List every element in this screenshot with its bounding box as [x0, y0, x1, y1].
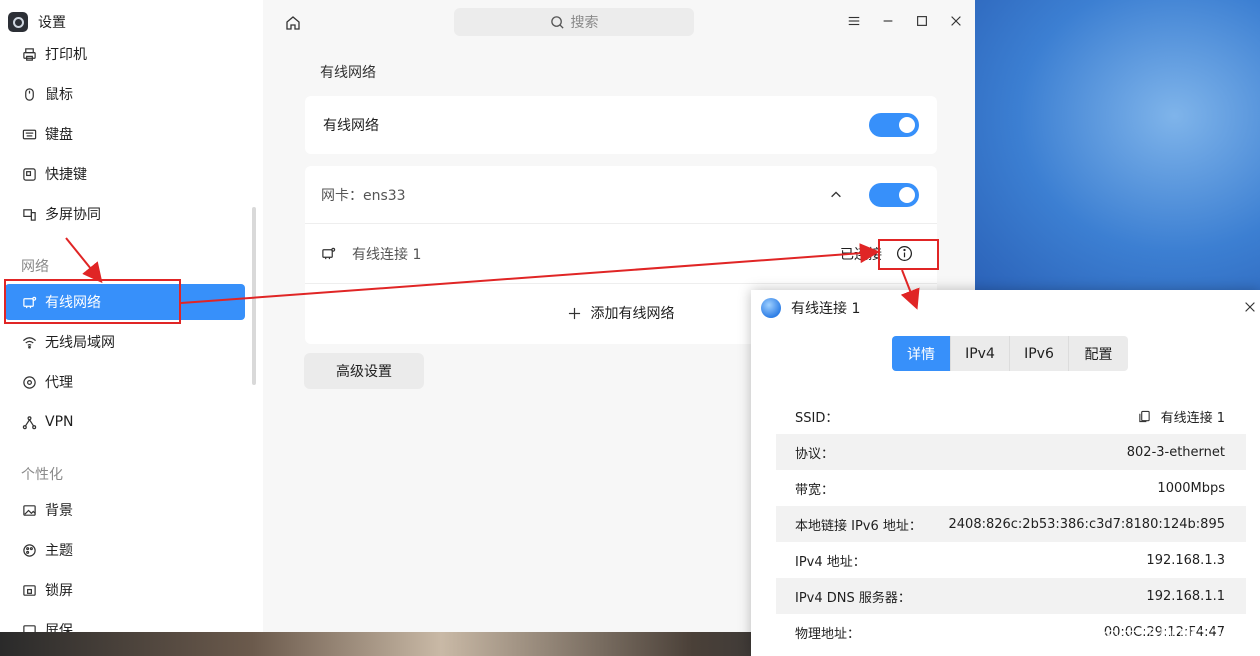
sidebar-item-background[interactable]: 背景 — [5, 492, 245, 528]
sidebar-item-printer[interactable]: 打印机 — [5, 36, 245, 72]
tab-ipv6[interactable]: IPv6 — [1010, 336, 1069, 371]
dialog-tabs: 详情 IPv4 IPv6 配置 — [892, 336, 1128, 371]
sidebar-item-lockscreen[interactable]: 锁屏 — [5, 572, 245, 608]
mouse-icon — [21, 86, 37, 102]
detail-key: 本地链接 IPv6 地址： — [795, 518, 922, 534]
detail-key: IPv4 DNS 服务器： — [795, 590, 911, 606]
search-box[interactable]: 搜索 — [454, 8, 694, 36]
wired-connection-icon — [322, 247, 336, 260]
detail-value: 802-3-ethernet — [1126, 444, 1225, 460]
vpn-icon — [21, 414, 37, 430]
printer-icon — [21, 46, 37, 62]
sidebar-item-label: 键盘 — [45, 127, 73, 143]
sidebar-item-label: VPN — [45, 414, 74, 430]
annotation-box-wired-network — [4, 279, 181, 324]
sidebar-item-label: 打印机 — [45, 47, 87, 63]
sidebar-item-wifi[interactable]: 无线局域网 — [5, 324, 245, 360]
connection-status: 已连接 — [840, 246, 882, 263]
close-icon[interactable] — [948, 13, 964, 29]
menu-icon[interactable] — [846, 13, 862, 29]
connection-row[interactable]: 有线连接 1 已连接 — [305, 224, 937, 284]
dialog-close-icon[interactable] — [1243, 300, 1259, 316]
search-icon — [550, 15, 564, 29]
maximize-icon[interactable] — [914, 13, 930, 29]
theme-icon — [21, 542, 37, 558]
sidebar-item-label: 多屏协同 — [45, 207, 101, 223]
wired-toggle-card: 有线网络 — [305, 96, 937, 154]
page-title: 有线网络 — [320, 65, 376, 81]
detail-key: IPv4 地址： — [795, 554, 866, 570]
shortcut-icon — [21, 166, 37, 182]
sidebar-item-shortcut[interactable]: 快捷键 — [5, 156, 245, 192]
nic-label: 网卡：ens33 — [321, 187, 406, 204]
sidebar-group-network: 网络 — [21, 259, 49, 275]
sidebar-item-multiscreen[interactable]: 多屏协同 — [5, 196, 245, 232]
connection-name: 有线连接 1 — [352, 246, 422, 263]
multiscreen-icon — [21, 206, 37, 222]
table-row: SSID： 有线连接 1 — [776, 398, 1246, 434]
detail-value: 192.168.1.1 — [1146, 588, 1225, 604]
advanced-settings-button[interactable]: 高级设置 — [304, 353, 424, 389]
settings-app-icon — [8, 12, 28, 32]
lockscreen-icon — [21, 582, 37, 598]
copy-icon[interactable] — [1138, 410, 1151, 423]
tab-ipv4[interactable]: IPv4 — [951, 336, 1010, 371]
sidebar-item-label: 屏保 — [45, 623, 73, 632]
dialog-title: 有线连接 1 — [791, 301, 861, 317]
watermark-text: CSDN @牛奶咖啡13 — [1038, 626, 1224, 648]
sidebar-scrollbar[interactable] — [252, 207, 256, 385]
dialog-header: 有线连接 1 — [761, 298, 860, 318]
search-placeholder: 搜索 — [570, 15, 599, 31]
detail-value: 2408:826c:2b53:386:c3d7:8180:124b:895 — [948, 516, 1226, 532]
tab-details[interactable]: 详情 — [892, 336, 951, 371]
wifi-icon — [21, 334, 37, 350]
keyboard-icon — [21, 126, 37, 142]
sidebar-item-label: 锁屏 — [45, 583, 73, 599]
table-row: 本地链接 IPv6 地址： 2408:826c:2b53:386:c3d7:81… — [776, 506, 1246, 542]
table-row: 协议： 802-3-ethernet — [776, 434, 1246, 470]
sidebar-item-label: 代理 — [45, 375, 73, 391]
sidebar-item-label: 无线局域网 — [45, 335, 115, 351]
detail-value: 192.168.1.3 — [1146, 552, 1225, 568]
app-title-bar: 设置 — [8, 12, 66, 32]
sidebar-item-label: 背景 — [45, 503, 73, 519]
annotation-box-info — [878, 239, 939, 270]
plus-icon — [568, 307, 580, 319]
sidebar-item-label: 快捷键 — [45, 167, 87, 183]
desktop-wallpaper — [975, 0, 1260, 290]
screensaver-icon — [21, 622, 37, 632]
sidebar-group-personalization: 个性化 — [21, 467, 63, 483]
background-icon — [21, 502, 37, 518]
connection-detail-dialog: 有线连接 1 详情 IPv4 IPv6 配置 SSID： 有线连接 1 协议： … — [751, 290, 1260, 656]
tab-config[interactable]: 配置 — [1069, 336, 1128, 371]
nic-toggle[interactable] — [869, 182, 919, 207]
sidebar-item-keyboard[interactable]: 键盘 — [5, 116, 245, 152]
detail-key: 协议： — [795, 446, 835, 462]
table-row: IPv4 地址： 192.168.1.3 — [776, 542, 1246, 578]
sidebar-item-mouse[interactable]: 鼠标 — [5, 76, 245, 112]
sidebar-item-proxy[interactable]: 代理 — [5, 364, 245, 400]
detail-value: 有线连接 1 — [1160, 410, 1225, 426]
table-row: IPv4 DNS 服务器： 192.168.1.1 — [776, 578, 1246, 614]
detail-key: 物理地址： — [795, 626, 861, 642]
sidebar-item-screensaver[interactable]: 屏保 — [5, 612, 245, 632]
sidebar-item-vpn[interactable]: VPN — [5, 404, 245, 440]
sidebar-item-label: 主题 — [45, 543, 73, 559]
table-row: 带宽： 1000Mbps — [776, 470, 1246, 506]
detail-key: SSID： — [795, 410, 839, 426]
minimize-icon[interactable] — [880, 13, 896, 29]
detail-key: 带宽： — [795, 482, 835, 498]
chevron-up-icon[interactable] — [829, 188, 843, 202]
home-icon[interactable] — [284, 14, 302, 32]
proxy-icon — [21, 374, 37, 390]
detail-value: 1000Mbps — [1157, 480, 1225, 496]
sidebar-item-theme[interactable]: 主题 — [5, 532, 245, 568]
app-title: 设置 — [38, 15, 66, 31]
detail-table: SSID： 有线连接 1 协议： 802-3-ethernet 带宽： 1000… — [776, 398, 1246, 650]
add-wired-network-label: 添加有线网络 — [590, 306, 675, 322]
wired-network-toggle[interactable] — [869, 113, 919, 137]
wired-toggle-label: 有线网络 — [323, 118, 379, 134]
sidebar-item-label: 鼠标 — [45, 87, 73, 103]
network-app-icon — [761, 298, 781, 318]
